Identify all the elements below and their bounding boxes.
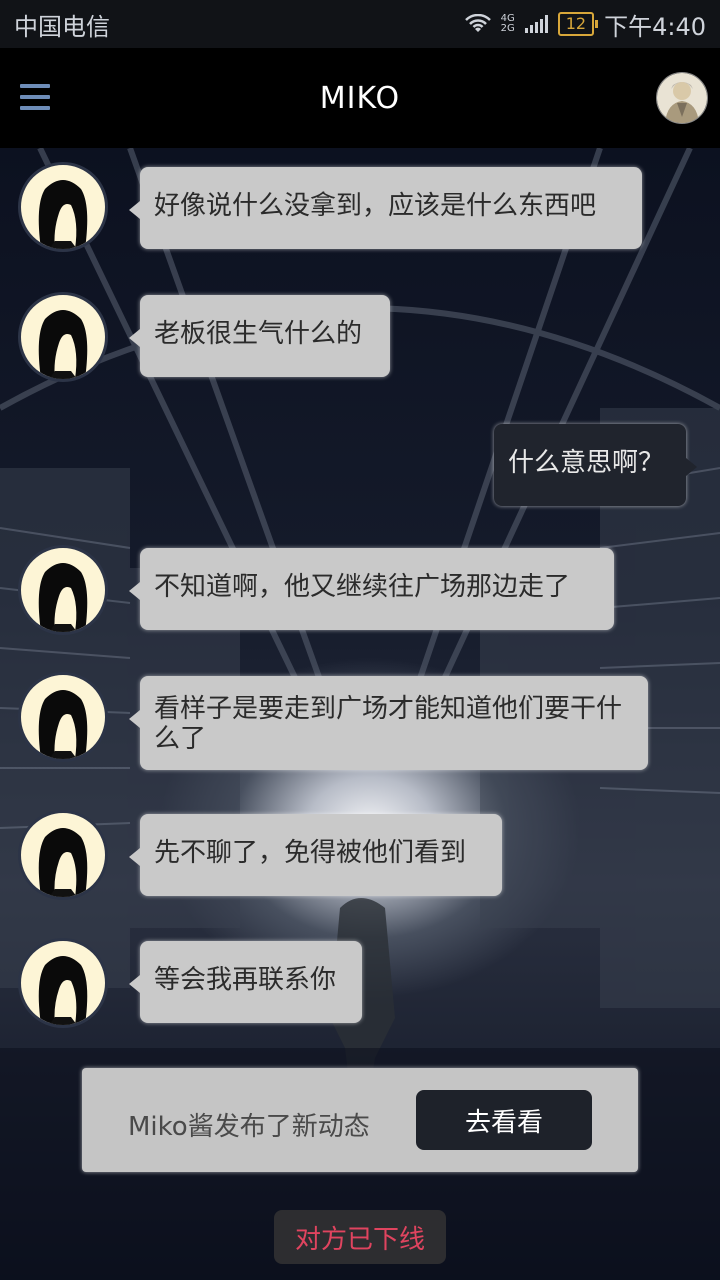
view-post-button[interactable]: 去看看 xyxy=(416,1090,592,1150)
status-icons: 4G 2G 12 下午4:40 xyxy=(464,7,706,42)
message-bubble[interactable]: 老板很生气什么的 xyxy=(129,295,390,377)
contact-avatar[interactable] xyxy=(18,672,108,762)
network-type: 4G 2G xyxy=(501,14,515,34)
contact-avatar[interactable] xyxy=(18,545,108,635)
contact-avatar[interactable] xyxy=(18,292,108,382)
notice-text: Miko酱发布了新动态 xyxy=(128,1112,370,1142)
wifi-icon xyxy=(464,14,491,32)
signal-icon xyxy=(524,15,548,33)
offline-status-badge: 对方已下线 xyxy=(274,1210,446,1264)
hamburger-menu-icon[interactable] xyxy=(20,84,50,110)
network-bottom-label: 2G xyxy=(500,23,515,34)
clock: 下午4:40 xyxy=(604,12,706,41)
page-title: MIKO xyxy=(319,80,401,116)
new-post-notice: Miko酱发布了新动态 去看看 xyxy=(82,1068,638,1172)
battery-level: 12 xyxy=(565,14,587,33)
message-bubble[interactable]: 等会我再联系你 xyxy=(129,941,362,1023)
battery-icon: 12 xyxy=(557,12,599,36)
contact-avatar[interactable] xyxy=(18,938,108,1028)
message-bubble[interactable]: 看样子是要走到广场才能知道他们要干什么了 xyxy=(129,676,648,770)
contact-avatar[interactable] xyxy=(18,810,108,900)
profile-avatar[interactable] xyxy=(656,72,708,124)
message-bubble[interactable]: 不知道啊，他又继续往广场那边走了 xyxy=(129,548,614,630)
message-bubble[interactable]: 先不聊了，免得被他们看到 xyxy=(129,814,502,896)
message-bubble[interactable]: 好像说什么没拿到，应该是什么东西吧 xyxy=(129,167,642,249)
app-header: MIKO xyxy=(0,48,720,148)
contact-avatar[interactable] xyxy=(18,162,108,252)
chat-screen: 中国电信 4G 2G 12 下午4:40 MIKO 好像说什么没拿到，应该是什么… xyxy=(0,0,720,1280)
status-bar: 中国电信 4G 2G 12 下午4:40 xyxy=(0,0,720,48)
message-bubble[interactable]: 什么意思啊？ xyxy=(494,424,697,506)
carrier-label: 中国电信 xyxy=(14,12,110,41)
